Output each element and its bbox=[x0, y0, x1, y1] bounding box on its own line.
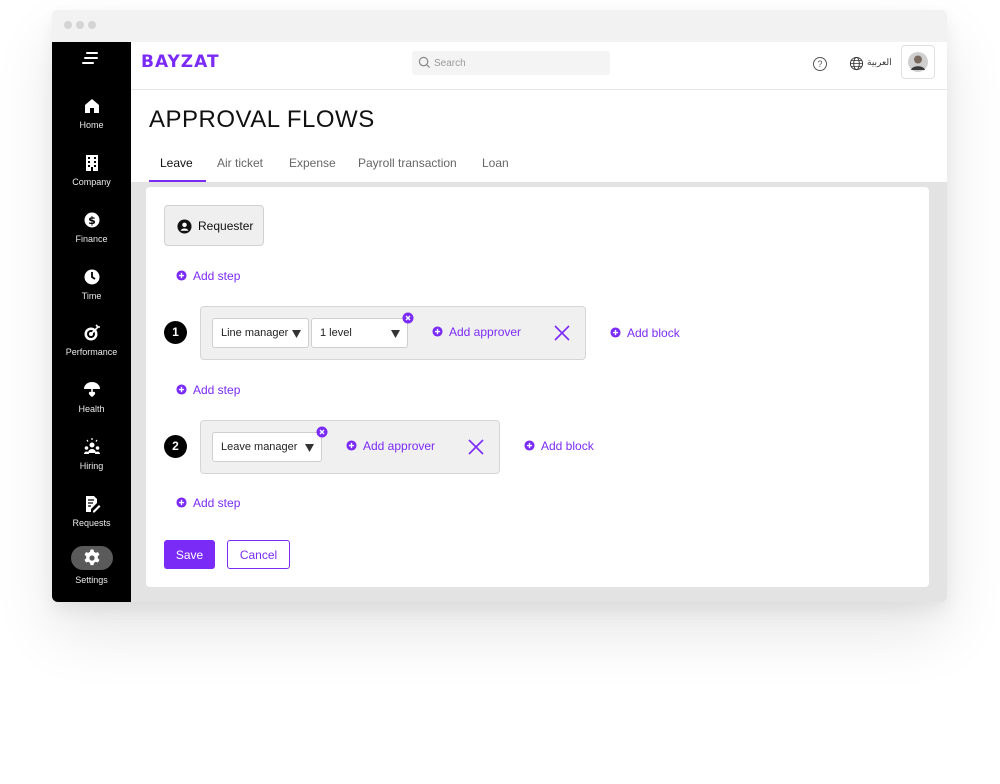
target-icon bbox=[84, 324, 100, 341]
add-step-label: Add step bbox=[193, 496, 241, 510]
umbrella-heart-icon bbox=[83, 382, 100, 397]
tab-leave[interactable]: Leave bbox=[160, 156, 193, 170]
sidebar-item-label: Finance bbox=[75, 234, 108, 244]
remove-approver-icon[interactable] bbox=[402, 312, 414, 324]
step-number-badge: 1 bbox=[164, 321, 187, 344]
add-approver-label: Add approver bbox=[363, 439, 436, 453]
requester-chip[interactable]: Requester bbox=[164, 205, 264, 246]
approval-flow-card: Requester Add step 1 Line manager 1 leve… bbox=[146, 187, 929, 587]
plus-circle-icon bbox=[610, 327, 621, 338]
home-icon bbox=[84, 99, 99, 113]
sidebar-item-health[interactable]: Health bbox=[52, 380, 131, 432]
svg-text:?: ? bbox=[817, 59, 822, 69]
top-bar: BAYZAT ? العربية bbox=[131, 42, 947, 90]
approval-level-value: 1 level bbox=[320, 327, 352, 339]
sidebar-item-settings[interactable]: Settings bbox=[52, 546, 131, 598]
approver-type-select[interactable]: Leave manager bbox=[212, 432, 322, 462]
sidebar-item-time[interactable]: Time bbox=[52, 267, 131, 319]
approver-block: Line manager 1 level Add approver bbox=[200, 306, 586, 360]
document-edit-icon bbox=[85, 496, 100, 513]
requester-label: Requester bbox=[198, 219, 254, 233]
browser-window: Home Company $ Finance Time Performance … bbox=[52, 10, 947, 602]
save-button[interactable]: Save bbox=[164, 540, 215, 569]
add-block-button[interactable]: Add block bbox=[610, 326, 680, 340]
tab-payroll-transaction[interactable]: Payroll transaction bbox=[358, 156, 457, 170]
approver-type-value: Line manager bbox=[221, 327, 289, 339]
plus-circle-icon bbox=[346, 440, 357, 451]
add-approver-button[interactable]: Add approver bbox=[346, 439, 435, 453]
add-block-label: Add block bbox=[541, 439, 594, 453]
menu-toggle-icon[interactable] bbox=[82, 52, 100, 66]
sidebar-item-label: Company bbox=[72, 177, 111, 187]
window-dot-maximize[interactable] bbox=[88, 21, 96, 29]
sidebar-item-label: Performance bbox=[65, 347, 118, 357]
question-circle-icon[interactable]: ? bbox=[812, 56, 828, 72]
sidebar-item-requests[interactable]: Requests bbox=[52, 494, 131, 546]
sidebar-item-label: Time bbox=[81, 291, 102, 301]
window-dot-close[interactable] bbox=[64, 21, 72, 29]
add-block-button[interactable]: Add block bbox=[524, 439, 594, 453]
sidebar: Home Company $ Finance Time Performance … bbox=[52, 42, 131, 602]
sidebar-item-label: Health bbox=[78, 404, 105, 414]
delete-block-icon[interactable] bbox=[554, 325, 570, 341]
sidebar-item-hiring[interactable]: Hiring bbox=[52, 437, 131, 489]
window-dot-minimize[interactable] bbox=[76, 21, 84, 29]
sidebar-item-performance[interactable]: Performance bbox=[52, 323, 131, 375]
globe-icon[interactable] bbox=[849, 56, 864, 71]
sidebar-item-label: Requests bbox=[72, 518, 111, 528]
step-number-badge: 2 bbox=[164, 435, 187, 458]
add-step-label: Add step bbox=[193, 269, 241, 283]
remove-approver-icon[interactable] bbox=[316, 426, 328, 438]
plus-circle-icon bbox=[176, 497, 187, 508]
search-input[interactable] bbox=[434, 54, 604, 72]
caret-down-icon bbox=[391, 330, 400, 338]
user-circle-icon bbox=[177, 219, 192, 234]
approver-type-select[interactable]: Line manager bbox=[212, 318, 309, 348]
tab-loan[interactable]: Loan bbox=[482, 156, 509, 170]
sidebar-item-company[interactable]: Company bbox=[52, 153, 131, 205]
people-icon bbox=[83, 438, 100, 454]
approver-type-value: Leave manager bbox=[221, 441, 298, 453]
page-title: APPROVAL FLOWS bbox=[149, 106, 375, 133]
user-photo bbox=[908, 52, 928, 72]
page-header: APPROVAL FLOWS Leave Air ticket Expense … bbox=[131, 90, 947, 182]
search-icon bbox=[418, 56, 431, 69]
svg-text:$: $ bbox=[88, 214, 96, 227]
brand-logo[interactable]: BAYZAT bbox=[141, 52, 220, 72]
add-step-button[interactable]: Add step bbox=[176, 269, 240, 283]
sidebar-item-label: Settings bbox=[75, 575, 108, 585]
tab-air-ticket[interactable]: Air ticket bbox=[217, 156, 263, 170]
caret-down-icon bbox=[305, 444, 314, 452]
sidebar-item-home[interactable]: Home bbox=[52, 96, 131, 148]
plus-circle-icon bbox=[524, 440, 535, 451]
add-step-label: Add step bbox=[193, 383, 241, 397]
add-approver-button[interactable]: Add approver bbox=[432, 325, 521, 339]
sidebar-item-label: Hiring bbox=[79, 461, 104, 471]
sidebar-item-finance[interactable]: $ Finance bbox=[52, 210, 131, 262]
approval-level-select[interactable]: 1 level bbox=[311, 318, 408, 348]
language-switch[interactable]: العربية bbox=[867, 57, 892, 68]
plus-circle-icon bbox=[432, 326, 443, 337]
search-box[interactable] bbox=[412, 51, 610, 75]
cancel-button[interactable]: Cancel bbox=[227, 540, 290, 569]
dollar-icon: $ bbox=[84, 212, 99, 228]
approver-block: Leave manager Add approver bbox=[200, 420, 500, 474]
add-step-button[interactable]: Add step bbox=[176, 496, 240, 510]
plus-circle-icon bbox=[176, 384, 187, 395]
gear-icon bbox=[84, 549, 99, 566]
add-block-label: Add block bbox=[627, 326, 680, 340]
add-step-button[interactable]: Add step bbox=[176, 383, 240, 397]
add-approver-label: Add approver bbox=[449, 325, 522, 339]
delete-block-icon[interactable] bbox=[468, 439, 484, 455]
clock-icon bbox=[84, 269, 99, 285]
avatar[interactable] bbox=[901, 45, 935, 79]
caret-down-icon bbox=[292, 330, 301, 338]
sidebar-item-label: Home bbox=[79, 120, 104, 130]
active-tab-indicator bbox=[149, 180, 206, 182]
plus-circle-icon bbox=[176, 270, 187, 281]
building-icon bbox=[85, 155, 98, 171]
tab-expense[interactable]: Expense bbox=[289, 156, 336, 170]
window-titlebar bbox=[52, 10, 947, 42]
